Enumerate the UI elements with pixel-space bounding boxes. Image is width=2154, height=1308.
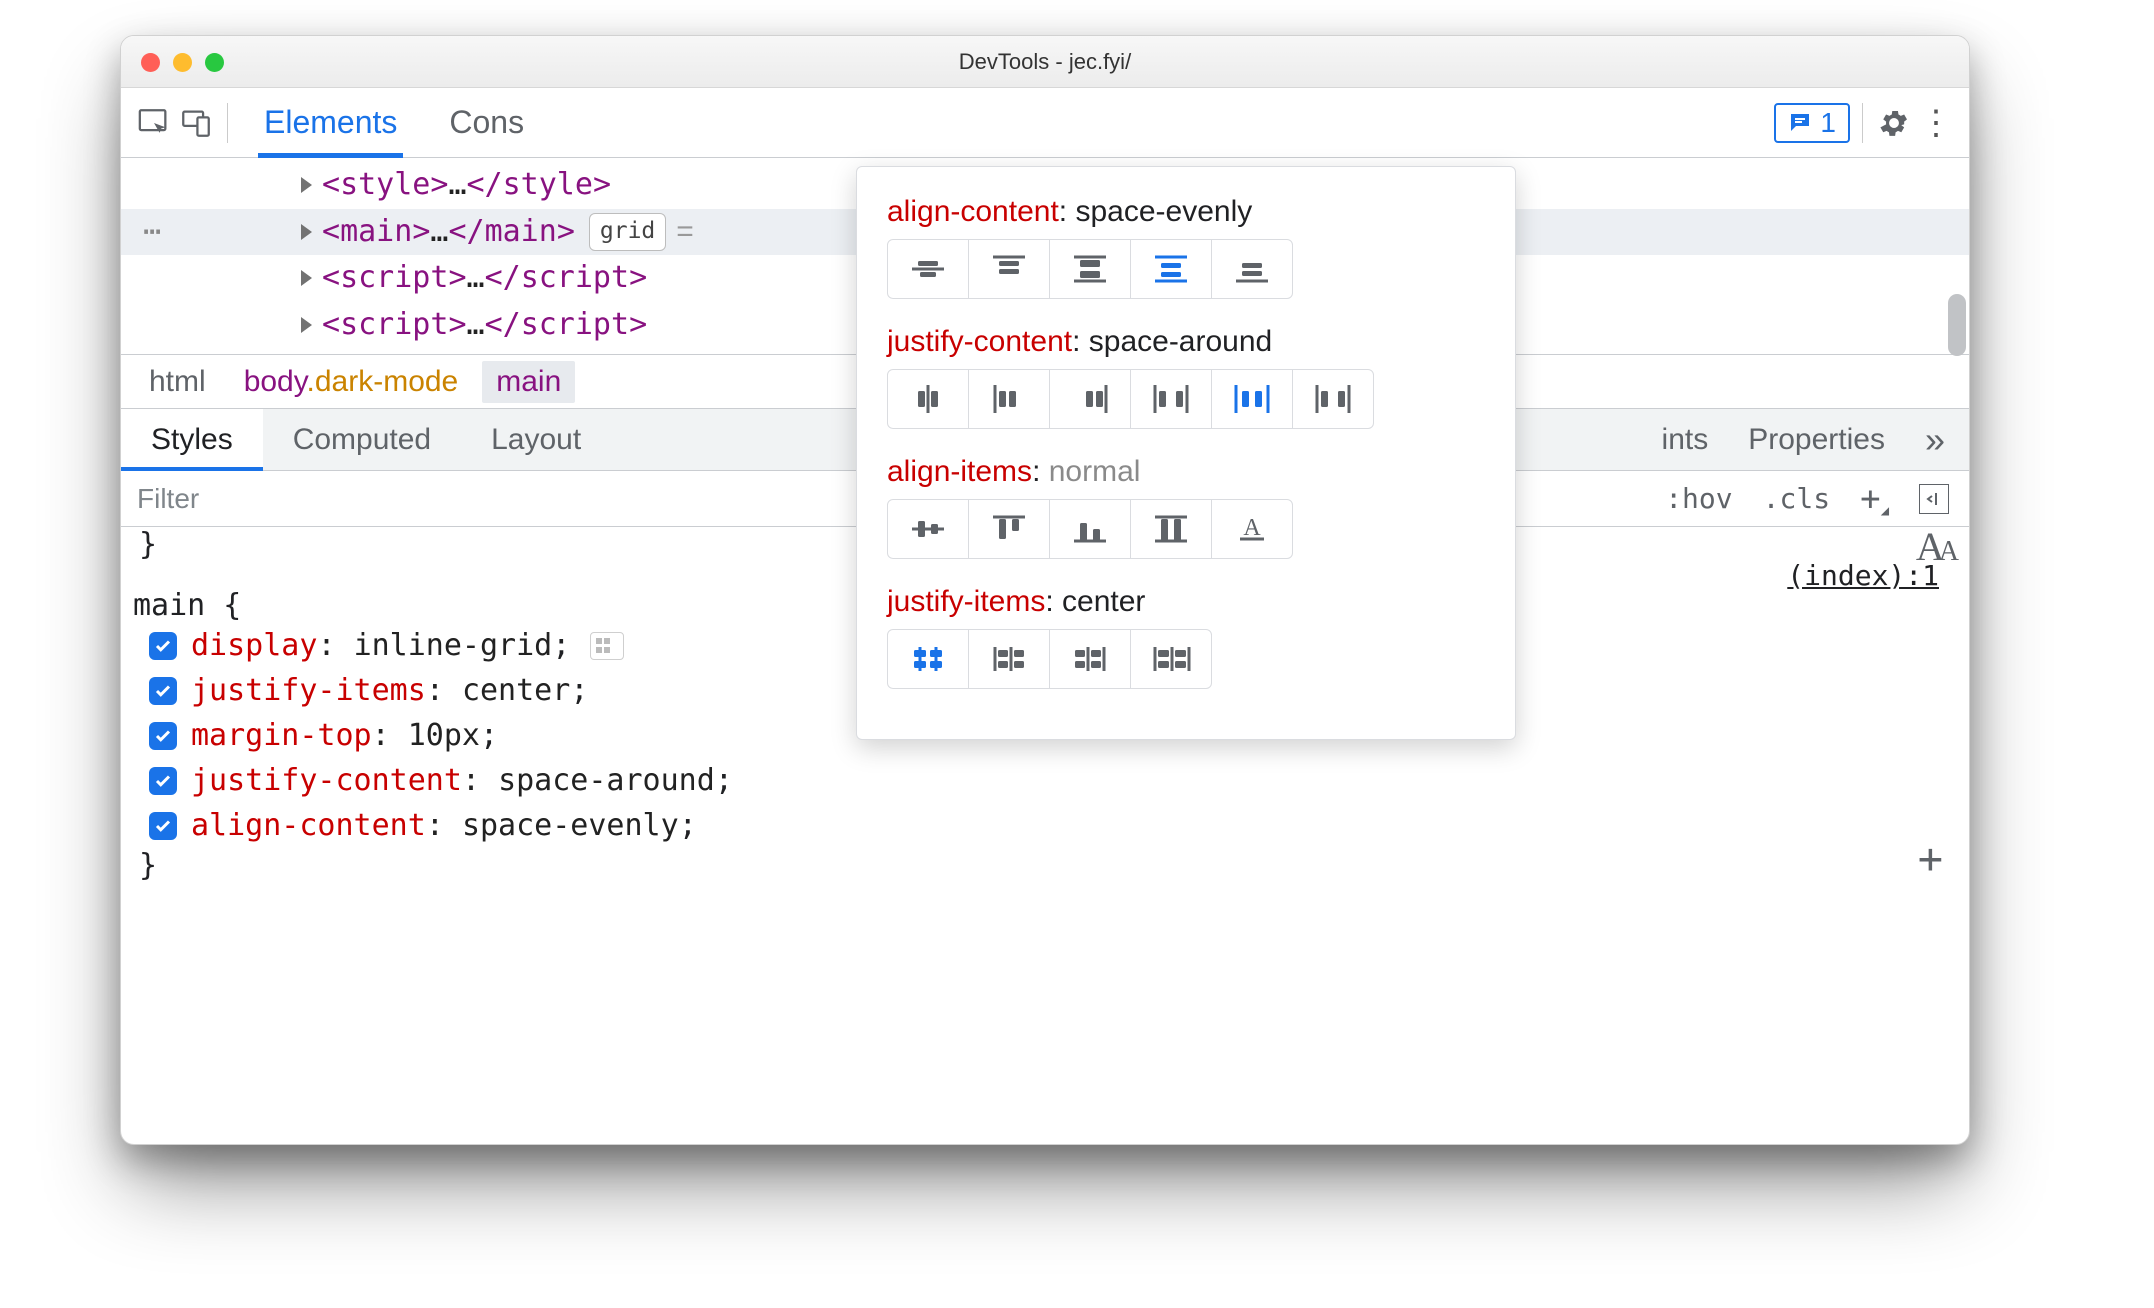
popover-title: align-content: space-evenly xyxy=(887,195,1485,229)
rule-source-link[interactable]: (index):1 xyxy=(1787,559,1939,592)
expand-triangle-icon[interactable] xyxy=(301,317,312,333)
devtools-window: DevTools - jec.fyi/ Elements Cons 1 ⋮ <s… xyxy=(120,35,1970,1145)
align-content-option[interactable] xyxy=(1211,239,1293,299)
toggle-declaration-checkbox[interactable] xyxy=(149,722,177,750)
subtab-styles[interactable]: Styles xyxy=(121,409,263,470)
css-declaration[interactable]: align-content: space-evenly; xyxy=(133,803,1949,848)
add-declaration-button[interactable]: + xyxy=(1918,834,1943,883)
align-items-option[interactable] xyxy=(1130,499,1212,559)
issues-count: 1 xyxy=(1820,107,1836,139)
justify-content-option[interactable] xyxy=(968,369,1050,429)
popover-group-align-content: align-content: space-evenly xyxy=(887,195,1485,299)
align-items-option[interactable] xyxy=(968,499,1050,559)
device-toolbar-icon[interactable] xyxy=(177,104,215,142)
kebab-menu-icon[interactable]: ⋮ xyxy=(1917,104,1955,142)
popover-title: justify-content: space-around xyxy=(887,325,1485,359)
toggle-declaration-checkbox[interactable] xyxy=(149,767,177,795)
popover-title: align-items: normal xyxy=(887,455,1485,489)
justify-content-option[interactable] xyxy=(1292,369,1374,429)
devtools-toolbar: Elements Cons 1 ⋮ xyxy=(121,88,1969,158)
close-window-button[interactable] xyxy=(141,53,160,72)
justify-items-option[interactable] xyxy=(968,629,1050,689)
breadcrumb-item[interactable]: main xyxy=(482,361,575,403)
expand-triangle-icon[interactable] xyxy=(301,224,312,240)
settings-gear-icon[interactable] xyxy=(1875,104,1913,142)
grid-editor-popover: align-content: space-evenly justify-conte… xyxy=(856,166,1516,740)
justify-content-option[interactable] xyxy=(887,369,969,429)
grid-badge[interactable]: grid xyxy=(589,213,666,251)
toggle-declaration-checkbox[interactable] xyxy=(149,632,177,660)
svg-text:A: A xyxy=(1243,515,1261,541)
css-declaration[interactable]: justify-content: space-around; xyxy=(133,758,1949,803)
expand-triangle-icon[interactable] xyxy=(301,270,312,286)
justify-content-option[interactable] xyxy=(1049,369,1131,429)
popover-title: justify-items: center xyxy=(887,585,1485,619)
open-grid-editor-icon[interactable] xyxy=(590,632,624,660)
justify-items-option[interactable] xyxy=(887,629,969,689)
subtab-computed[interactable]: Computed xyxy=(263,409,461,470)
tab-console[interactable]: Cons xyxy=(425,88,548,157)
align-items-option[interactable] xyxy=(887,499,969,559)
toggle-cls[interactable]: .cls xyxy=(1763,482,1830,515)
toggle-hov[interactable]: :hov xyxy=(1665,482,1732,515)
popover-group-align-items: align-items: normal A xyxy=(887,455,1485,559)
popover-group-justify-content: justify-content: space-around xyxy=(887,325,1485,429)
minimize-window-button[interactable] xyxy=(173,53,192,72)
feedback-icon xyxy=(1788,111,1812,135)
traffic-lights xyxy=(141,53,224,72)
new-style-rule-button[interactable]: +◢ xyxy=(1860,479,1889,519)
align-items-option[interactable] xyxy=(1049,499,1131,559)
align-content-option[interactable] xyxy=(968,239,1050,299)
popover-group-justify-items: justify-items: center xyxy=(887,585,1485,689)
computed-sidebar-toggle-icon[interactable] xyxy=(1919,484,1949,514)
align-content-option[interactable] xyxy=(887,239,969,299)
subtab-layout[interactable]: Layout xyxy=(461,409,611,470)
justify-items-option[interactable] xyxy=(1049,629,1131,689)
window-title: DevTools - jec.fyi/ xyxy=(121,49,1969,75)
more-tabs-icon[interactable]: » xyxy=(1925,419,1939,461)
issues-badge[interactable]: 1 xyxy=(1774,103,1850,143)
zoom-window-button[interactable] xyxy=(205,53,224,72)
align-content-option[interactable] xyxy=(1130,239,1212,299)
expand-triangle-icon[interactable] xyxy=(301,177,312,193)
rule-selector[interactable]: main { xyxy=(133,588,241,623)
inspect-element-icon[interactable] xyxy=(135,104,173,142)
justify-content-option[interactable] xyxy=(1211,369,1293,429)
tab-elements[interactable]: Elements xyxy=(240,88,421,157)
toggle-declaration-checkbox[interactable] xyxy=(149,812,177,840)
justify-content-option[interactable] xyxy=(1130,369,1212,429)
breadcrumb-item[interactable]: body.dark-mode xyxy=(230,361,473,403)
align-items-option[interactable]: A xyxy=(1211,499,1293,559)
subtab-hidden[interactable]: ints xyxy=(1662,423,1709,457)
align-content-option[interactable] xyxy=(1049,239,1131,299)
scrollbar-thumb[interactable] xyxy=(1948,294,1966,356)
toggle-declaration-checkbox[interactable] xyxy=(149,677,177,705)
titlebar: DevTools - jec.fyi/ xyxy=(121,36,1969,88)
rule-close: } xyxy=(133,848,1949,883)
justify-items-option[interactable] xyxy=(1130,629,1212,689)
breadcrumb-item[interactable]: html xyxy=(135,361,220,403)
subtab-properties[interactable]: Properties xyxy=(1748,423,1885,457)
